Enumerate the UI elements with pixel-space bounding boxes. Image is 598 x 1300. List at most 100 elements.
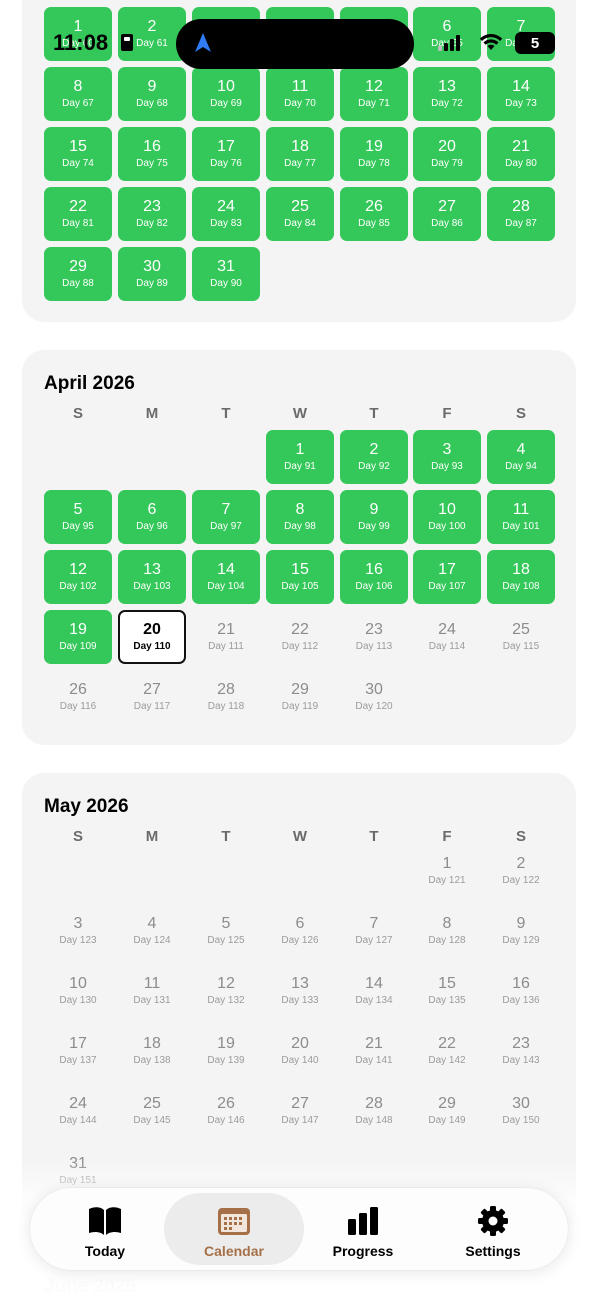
day-cell[interactable]: 13 Day 103 — [118, 550, 186, 604]
day-cell[interactable]: 10 Day 69 — [192, 67, 260, 121]
day-cell[interactable]: 18 Day 108 — [487, 550, 555, 604]
day-number: 30 — [365, 681, 383, 698]
book-icon — [89, 1207, 121, 1235]
day-cell[interactable]: 19 Day 109 — [44, 610, 112, 664]
day-cell[interactable]: 10 Day 130 — [44, 964, 112, 1018]
day-cell[interactable]: 25 Day 115 — [487, 610, 555, 664]
day-cell[interactable]: 13 Day 72 — [413, 67, 481, 121]
day-cell[interactable]: 23 Day 143 — [487, 1024, 555, 1078]
day-cell[interactable]: 29 Day 149 — [413, 1084, 481, 1138]
tab-settings[interactable]: Settings — [423, 1193, 563, 1265]
calendar-scroll-area[interactable]: 1Day 602Day 613Day 624Day 635Day 646Day … — [0, 0, 598, 1300]
day-cell[interactable]: 16 Day 136 — [487, 964, 555, 1018]
tab-calendar[interactable]: Calendar — [164, 1193, 304, 1265]
day-cell[interactable]: 6 Day 96 — [118, 490, 186, 544]
day-cell[interactable]: 19 Day 78 — [340, 127, 408, 181]
day-cell[interactable]: 18 Day 138 — [118, 1024, 186, 1078]
day-cell[interactable]: 1 Day 121 — [413, 844, 481, 898]
day-cell[interactable]: 6 Day 126 — [266, 904, 334, 958]
day-cell[interactable]: 17 Day 76 — [192, 127, 260, 181]
day-cell[interactable]: 23 Day 113 — [340, 610, 408, 664]
day-cell[interactable]: 27 Day 117 — [118, 670, 186, 724]
day-cell[interactable]: 9 Day 99 — [340, 490, 408, 544]
day-cell[interactable]: 7 Day 127 — [340, 904, 408, 958]
day-cell[interactable]: 2 Day 61 — [118, 7, 186, 61]
day-cell[interactable]: 14 Day 134 — [340, 964, 408, 1018]
day-cell[interactable]: 9 Day 68 — [118, 67, 186, 121]
day-cell[interactable]: 7 Day 97 — [192, 490, 260, 544]
day-cell[interactable]: 22 Day 142 — [413, 1024, 481, 1078]
day-cell[interactable]: 17 Day 107 — [413, 550, 481, 604]
day-cell[interactable]: 15 Day 74 — [44, 127, 112, 181]
day-cell[interactable]: 12 Day 132 — [192, 964, 260, 1018]
day-cell[interactable]: 15 Day 105 — [266, 550, 334, 604]
day-cell[interactable]: 20 Day 140 — [266, 1024, 334, 1078]
day-cell[interactable]: 30 Day 150 — [487, 1084, 555, 1138]
day-cell[interactable]: 16 Day 106 — [340, 550, 408, 604]
day-cell[interactable]: 3 Day 123 — [44, 904, 112, 958]
day-cell[interactable]: 8 Day 98 — [266, 490, 334, 544]
day-cell[interactable]: 12 Day 71 — [340, 67, 408, 121]
day-cell[interactable]: 19 Day 139 — [192, 1024, 260, 1078]
day-cell[interactable]: 10 Day 100 — [413, 490, 481, 544]
day-cell[interactable]: 2 Day 92 — [340, 430, 408, 484]
day-cell[interactable]: 21 Day 141 — [340, 1024, 408, 1078]
day-cell[interactable]: 27 Day 86 — [413, 187, 481, 241]
tab-label: Today — [84, 1243, 126, 1259]
day-cell[interactable]: 22 Day 81 — [44, 187, 112, 241]
day-cell[interactable]: 26 Day 85 — [340, 187, 408, 241]
day-cell[interactable]: 11 Day 131 — [118, 964, 186, 1018]
day-cell[interactable]: 1 Day 91 — [266, 430, 334, 484]
day-cell[interactable]: 25 Day 145 — [118, 1084, 186, 1138]
day-cell[interactable]: 24 Day 114 — [413, 610, 481, 664]
day-cell[interactable]: 2 Day 122 — [487, 844, 555, 898]
day-cell[interactable]: 14 Day 73 — [487, 67, 555, 121]
day-counter: Day 90 — [210, 278, 242, 289]
day-cell[interactable]: 27 Day 147 — [266, 1084, 334, 1138]
day-cell[interactable]: 30 Day 120 — [340, 670, 408, 724]
day-cell[interactable]: 24 Day 83 — [192, 187, 260, 241]
day-cell[interactable]: 11 Day 101 — [487, 490, 555, 544]
tab-progress[interactable]: Progress — [293, 1193, 433, 1265]
day-cell[interactable]: 23 Day 82 — [118, 187, 186, 241]
day-cell[interactable]: 11 Day 70 — [266, 67, 334, 121]
day-cell[interactable]: 16 Day 75 — [118, 127, 186, 181]
day-cell[interactable]: 29 Day 119 — [266, 670, 334, 724]
day-cell[interactable]: 15 Day 135 — [413, 964, 481, 1018]
day-cell[interactable]: 5 Day 125 — [192, 904, 260, 958]
day-cell[interactable]: 30 Day 89 — [118, 247, 186, 301]
day-cell[interactable]: 8 Day 128 — [413, 904, 481, 958]
weekday-label: M — [145, 405, 159, 422]
day-cell[interactable]: 4 Day 124 — [118, 904, 186, 958]
day-cell[interactable]: 29 Day 88 — [44, 247, 112, 301]
day-cell[interactable]: 22 Day 112 — [266, 610, 334, 664]
day-counter: Day 77 — [284, 158, 316, 169]
day-cell[interactable]: 20 Day 79 — [413, 127, 481, 181]
day-cell[interactable]: 4 Day 94 — [487, 430, 555, 484]
day-cell[interactable]: 25 Day 84 — [266, 187, 334, 241]
day-cell[interactable]: 3 Day 93 — [413, 430, 481, 484]
day-cell[interactable]: 8 Day 67 — [44, 67, 112, 121]
day-cell[interactable]: 13 Day 133 — [266, 964, 334, 1018]
day-cell[interactable]: 9 Day 129 — [487, 904, 555, 958]
day-cell[interactable]: 18 Day 77 — [266, 127, 334, 181]
day-cell[interactable]: 5 Day 95 — [44, 490, 112, 544]
day-cell[interactable]: 28 Day 87 — [487, 187, 555, 241]
day-cell[interactable]: 21 Day 111 — [192, 610, 260, 664]
day-cell[interactable]: 31 Day 90 — [192, 247, 260, 301]
day-cell[interactable]: 6 Day 65 — [413, 7, 481, 61]
day-cell[interactable]: 21 Day 80 — [487, 127, 555, 181]
day-cell[interactable]: 28 Day 118 — [192, 670, 260, 724]
day-cell[interactable]: 28 Day 148 — [340, 1084, 408, 1138]
day-cell[interactable]: 14 Day 104 — [192, 550, 260, 604]
day-cell[interactable]: 24 Day 144 — [44, 1084, 112, 1138]
day-cell[interactable]: 26 Day 116 — [44, 670, 112, 724]
day-cell-today[interactable]: 20 Day 110 — [118, 610, 186, 664]
day-number: 11 — [291, 78, 309, 95]
tab-today[interactable]: Today — [35, 1193, 175, 1265]
day-cell[interactable]: 26 Day 146 — [192, 1084, 260, 1138]
day-cell[interactable]: 12 Day 102 — [44, 550, 112, 604]
day-cell[interactable]: 17 Day 137 — [44, 1024, 112, 1078]
day-cell[interactable]: 7 Day 66 — [487, 7, 555, 61]
dynamic-island[interactable] — [176, 19, 414, 69]
